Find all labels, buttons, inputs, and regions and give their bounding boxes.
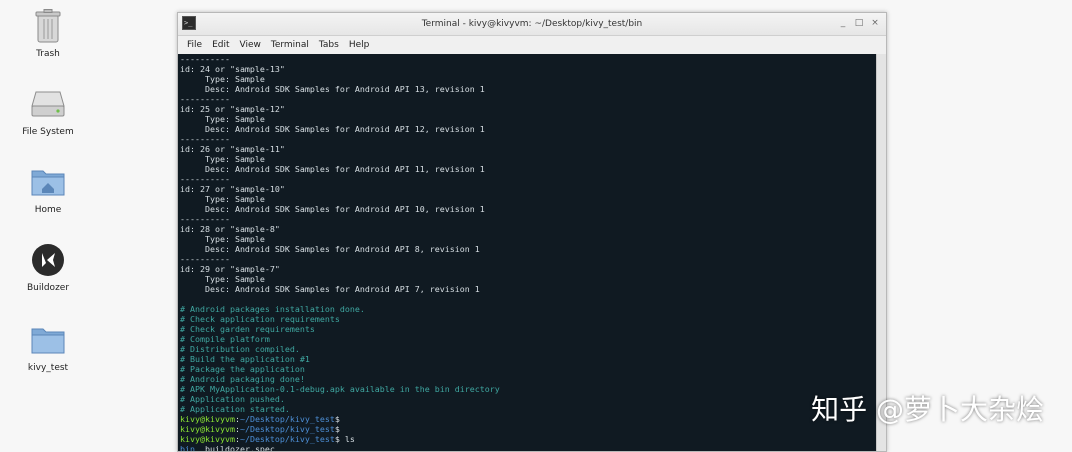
terminal-line: # Build the application #1 [180, 354, 310, 364]
close-button[interactable]: × [870, 17, 880, 29]
prompt-path: ~/Desktop/kivy_test [239, 424, 335, 434]
menu-file[interactable]: File [182, 40, 207, 50]
folder-home-icon [28, 162, 68, 202]
folder-icon [28, 320, 68, 360]
terminal-line: id: 24 or "sample-13" [180, 64, 285, 74]
terminal-line: id: 27 or "sample-10" [180, 184, 285, 194]
menu-edit[interactable]: Edit [207, 40, 234, 50]
desktop-icon-label: File System [22, 127, 74, 137]
menubar: File Edit View Terminal Tabs Help [178, 36, 886, 55]
minimize-button[interactable]: _ [838, 17, 848, 29]
terminal-line: Type: Sample [180, 274, 265, 284]
desktop-icon-label: Buildozer [26, 283, 70, 293]
window-title: Terminal - kivy@kivyvm: ~/Desktop/kivy_t… [421, 19, 643, 29]
terminal-line: ---------- [180, 94, 230, 104]
terminal-line: # Compile platform [180, 334, 270, 344]
terminal-line: Type: Sample [180, 114, 265, 124]
prompt-symbol: $ [334, 424, 340, 434]
terminal-line: Desc: Android SDK Samples for Android AP… [180, 124, 485, 134]
terminal-line: # Package the application [180, 364, 305, 374]
desktop-icon-label: Home [34, 205, 62, 215]
terminal-line: id: 26 or "sample-11" [180, 144, 285, 154]
desktop-icon-home[interactable]: Home [12, 162, 84, 215]
terminal-line: Desc: Android SDK Samples for Android AP… [180, 244, 480, 254]
terminal-line: # Android packages installation done. [180, 304, 365, 314]
menu-terminal[interactable]: Terminal [266, 40, 314, 50]
terminal-prompt-line: kivy@kivyvm:~/Desktop/kivy_test$ [180, 414, 875, 424]
ls-output-line: bin buildozer.spec [180, 444, 875, 451]
drive-icon [28, 84, 68, 124]
terminal-line: id: 28 or "sample-8" [180, 224, 280, 234]
terminal-line: Desc: Android SDK Samples for Android AP… [180, 204, 485, 214]
window-titlebar[interactable]: >_ Terminal - kivy@kivyvm: ~/Desktop/kiv… [178, 13, 886, 36]
menu-view[interactable]: View [235, 40, 266, 50]
terminal-line: Type: Sample [180, 74, 265, 84]
prompt-symbol: $ [334, 414, 340, 424]
terminal-line: ---------- [180, 54, 230, 64]
prompt-command: ls [339, 434, 355, 444]
terminal-prompt-line: kivy@kivyvm:~/Desktop/kivy_test$ ls [180, 434, 875, 444]
terminal-line: # Check application requirements [180, 314, 340, 324]
terminal-line: ---------- [180, 214, 230, 224]
terminal-app-icon[interactable]: >_ [182, 16, 196, 30]
terminal-line: # Application pushed. [180, 394, 285, 404]
window-controls: _ □ × [838, 17, 880, 29]
terminal-prompt-line: kivy@kivyvm:~/Desktop/kivy_test$ [180, 424, 875, 434]
maximize-button[interactable]: □ [854, 17, 864, 29]
terminal-line: # Distribution compiled. [180, 344, 300, 354]
desktop-icon-label: kivy_test [27, 363, 69, 373]
desktop-icon-label: Trash [36, 49, 60, 59]
desktop-icon-trash[interactable]: Trash [12, 6, 84, 59]
terminal-line: id: 25 or "sample-12" [180, 104, 285, 114]
terminal-line: Desc: Android SDK Samples for Android AP… [180, 284, 480, 294]
prompt-path: ~/Desktop/kivy_test [239, 414, 335, 424]
watermark-text: 知乎 @萝卜大杂烩 [811, 393, 1044, 426]
terminal-line: Desc: Android SDK Samples for Android AP… [180, 84, 485, 94]
terminal-line: # APK MyApplication-0.1-debug.apk availa… [180, 384, 500, 394]
ls-dir-entry: bin [180, 444, 195, 451]
desktop-icon-file-system[interactable]: File System [12, 84, 84, 137]
menu-help[interactable]: Help [344, 40, 375, 50]
terminal-line: Type: Sample [180, 194, 265, 204]
terminal-line: Desc: Android SDK Samples for Android AP… [180, 164, 485, 174]
terminal-line: Type: Sample [180, 154, 265, 164]
terminal-line: # Application started. [180, 404, 290, 414]
desktop-icon-kivy-test[interactable]: kivy_test [12, 320, 84, 373]
terminal-line: # Android packaging done! [180, 374, 305, 384]
menu-tabs[interactable]: Tabs [314, 40, 344, 50]
desktop-icon-buildozer[interactable]: Buildozer [12, 240, 84, 293]
terminal-line: Type: Sample [180, 234, 265, 244]
trash-icon [28, 6, 68, 46]
prompt-user: kivy@kivyvm [180, 434, 235, 444]
ls-file-entry: buildozer.spec [195, 444, 275, 451]
terminal-line: ---------- [180, 174, 230, 184]
prompt-user: kivy@kivyvm [180, 424, 235, 434]
prompt-user: kivy@kivyvm [180, 414, 235, 424]
terminal-window: >_ Terminal - kivy@kivyvm: ~/Desktop/kiv… [177, 12, 887, 452]
kivy-logo-icon [28, 240, 68, 280]
terminal-line: ---------- [180, 254, 230, 264]
terminal-output[interactable]: ---------- id: 24 or "sample-13" Type: Sa… [178, 54, 877, 451]
terminal-line: ---------- [180, 134, 230, 144]
prompt-path: ~/Desktop/kivy_test [239, 434, 335, 444]
terminal-line: id: 29 or "sample-7" [180, 264, 280, 274]
terminal-line: # Check garden requirements [180, 324, 315, 334]
